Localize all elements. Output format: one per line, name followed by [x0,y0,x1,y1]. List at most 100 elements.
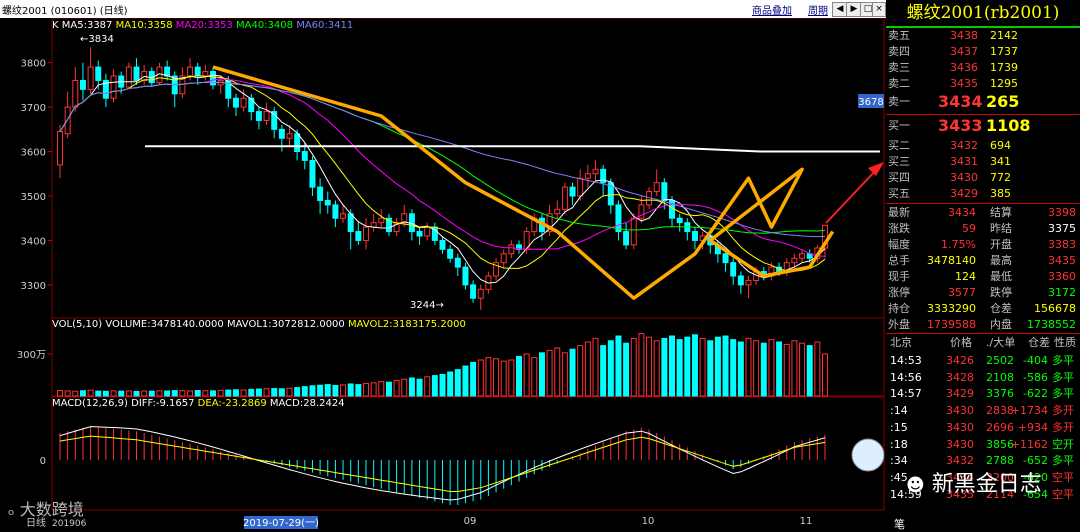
candle-body [79,79,86,90]
tick-row-cell: +1162 [1010,437,1048,451]
volume-bar [554,347,561,397]
tick-row-cell: 多平 [1052,387,1074,401]
candle-body [340,213,347,219]
volume-bar [232,389,239,397]
candle-body [125,66,132,88]
stat-row-cell: 3398 [1048,206,1076,219]
stat-row-cell: 幅度 [888,238,910,251]
volume-bar [370,382,377,397]
macd-legend-item: MACD(12,26,9) [52,398,132,409]
stat-row-cell: 仓差 [990,302,1012,315]
candle-body [447,248,454,259]
ask-row: 卖二 3435 1295 [886,76,1080,92]
volume-bar [600,345,607,397]
ask-row-cell: 卖五 [888,29,910,42]
volume-bar [584,341,591,397]
volume-bar [171,390,178,397]
bid-row-cell: 买五 [888,187,910,200]
volume-bar [179,390,186,397]
low-annotation: 3244→ [410,300,444,311]
vol-legend-item: MAVOL2:3183175.2000 [347,319,466,330]
close-icon[interactable]: × [872,2,886,17]
volume-bar [500,360,507,397]
candle-body [286,133,293,139]
ask-row-cell: 卖三 [888,61,910,74]
candle-body [439,239,446,250]
volume-bar [822,353,828,397]
bid-row-cell: 买一 [888,119,910,132]
ma-legend-item: MA20:3353 [175,20,236,31]
volume-bar [493,358,500,397]
price-tick-label: 3300 [21,281,46,292]
stat-row-cell: 3172 [1048,286,1076,299]
bid-row-cell: 1108 [986,116,1031,135]
overlay-commodity-link[interactable]: 商品叠加 [752,2,792,17]
tick-row-cell: 3430 [946,404,974,418]
candle-body [500,253,507,264]
candle-body [408,213,415,233]
volume-bar [561,352,568,397]
stat-row-cell: 现手 [888,270,910,283]
stat-row-cell: 1738552 [1027,318,1076,331]
bid-row-cell: 3430 [950,171,978,184]
candle-body [722,253,729,264]
month-label: 10 [642,516,655,527]
tick-row-cell: :18 [890,437,908,451]
candle-body [294,133,301,153]
stat-row-cell: 内盘 [990,318,1012,331]
volume-bar [363,382,369,397]
panel-divider [886,114,1080,115]
contract-title: 螺纹2001(rb2001) [906,3,1060,23]
tick-row-cell: 3426 [946,354,974,367]
volume-bar [630,337,637,397]
volume-bar [294,387,301,397]
wechat-icon: ☻ [906,475,925,496]
stat-row-cell: 总手 [888,254,910,267]
volume-bar [164,390,171,397]
price-tick-label: 3700 [21,103,46,114]
tick-row-cell: 空平 [1052,487,1074,501]
bid-row: 买五 3429 385 [886,186,1080,202]
ask-row: 卖五 3438 2142 [886,28,1080,44]
candle-body [110,75,117,99]
tick-row-cell: 14:56 [890,370,922,384]
bid-row: 买四 3430 772 [886,170,1080,186]
volume-bar [669,335,675,397]
stat-row-cell: 最新 [888,206,910,219]
period-link[interactable]: 周期 [808,2,828,17]
stat-row-cell: 3435 [1048,254,1076,267]
vol-legend-item: VOLUME:3478140.0000 [105,319,227,330]
stat-row-cell: 开盘 [990,238,1012,251]
volume-bar [439,373,446,397]
volume-bar [340,384,347,397]
volume-bar [72,390,79,397]
month-label: 11 [800,516,813,527]
bid-row-cell: 3431 [950,155,978,168]
volume-bar [531,357,538,397]
panel-divider [886,333,1080,334]
tick-row-cell: 2108 [986,370,1014,384]
macd-tick-label: 0 [40,456,46,467]
volume-bar [141,390,148,397]
candle-body [454,257,461,268]
volume-bar [156,390,163,397]
candle-body [57,131,63,166]
volume-bar [332,384,339,397]
volume-bar [577,345,584,397]
macd-legend-item: DEA:-23.2869 [197,398,270,409]
volume-bar [783,343,790,397]
volume-bar [255,388,262,397]
candle-body [569,186,576,197]
volume-bar [607,340,614,397]
macd-legend-item: MACD:28.2424 [269,398,345,409]
candle-body [745,279,752,286]
candle-body [737,275,744,286]
kline-chart[interactable]: 3800 3700 3600 3500 3400 3300 ←3834 3244→ 3678 30… [0,18,886,530]
candle-body [64,106,71,135]
volume-bar [485,357,492,397]
price-tick-label: 3600 [21,148,46,159]
volume-bar [745,337,752,397]
volume-bar [187,390,194,397]
bid-row-cell: 3432 [950,139,978,152]
bid-row: 买三 3431 341 [886,154,1080,170]
